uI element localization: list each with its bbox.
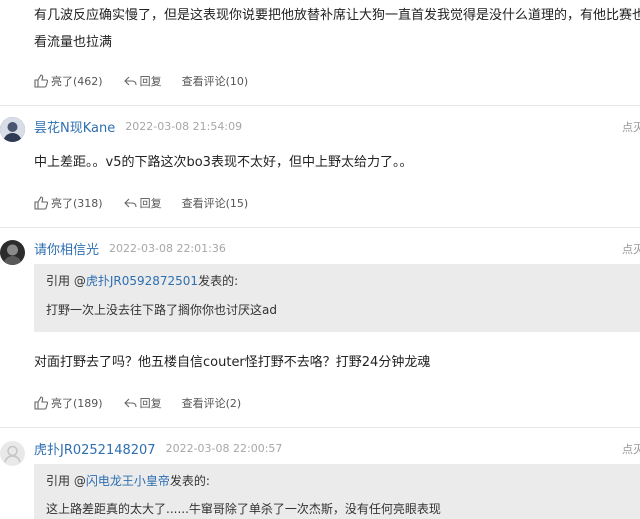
quote-block: 引用 @虎扑JR0592872501发表的: 打野一次上没去往下路了搁你你也讨厌… xyxy=(34,264,640,332)
default-avatar-icon xyxy=(0,441,25,466)
comment-actions: 亮了(189) 回复 查看评论(2) xyxy=(34,393,261,413)
quoted-user-link[interactable]: 虎扑JR0592872501 xyxy=(86,274,198,288)
comment-header: 虎扑JR0252148207 2022-03-08 22:00:57 xyxy=(34,438,282,458)
view-comments-link[interactable]: 查看评论(15) xyxy=(182,195,249,211)
quote-block: 引用 @闪电龙王小皇帝发表的: 这上路差距真的太大了......牛窜哥除了单杀了… xyxy=(34,464,640,519)
thumbs-up-icon xyxy=(34,196,48,210)
quote-header: 引用 @闪电龙王小皇帝发表的: xyxy=(46,472,210,489)
reply-label: 回复 xyxy=(139,397,162,410)
view-comments-link[interactable]: 查看评论(2) xyxy=(182,395,242,411)
reply-arrow-icon xyxy=(123,76,137,86)
like-count: 亮了(462) xyxy=(51,75,103,88)
reply-label: 回复 xyxy=(139,197,162,210)
timestamp: 2022-03-08 21:54:09 xyxy=(125,119,243,133)
thumbs-up-icon xyxy=(34,74,48,88)
comment-header: 请你相信光 2022-03-08 22:01:36 xyxy=(34,238,226,258)
comment-text: 中上差距。。v5的下路这次bo3表现不太好，但中上野太给力了。。 xyxy=(34,155,413,170)
username-link[interactable]: 昙花N现Kane xyxy=(34,117,115,136)
timestamp: 2022-03-08 22:01:36 xyxy=(109,241,226,255)
avatar[interactable] xyxy=(0,117,25,142)
view-comments-link[interactable]: 查看评论(10) xyxy=(182,73,249,89)
quote-prefix: 引用 @ xyxy=(46,274,86,288)
comment-text: 对面打野去了吗？他五楼自信couter怪打野不去咯？打野24分钟龙魂 xyxy=(34,355,431,370)
quoted-user-link[interactable]: 闪电龙王小皇帝 xyxy=(86,474,170,488)
avatar[interactable] xyxy=(0,240,25,265)
reply-button[interactable]: 回复 xyxy=(123,73,162,89)
reply-button[interactable]: 回复 xyxy=(123,195,162,211)
username-link[interactable]: 虎扑JR0252148207 xyxy=(34,439,156,458)
like-button[interactable]: 亮了(189) xyxy=(34,395,103,411)
comment-text: 有几波反应确实慢了，但是这表现你说要把他放替补席让大狗一直首发我觉得是没什么道理… xyxy=(34,8,640,23)
comment-text: 看流量也拉满 xyxy=(34,35,113,50)
reply-arrow-icon xyxy=(123,198,137,208)
comment-actions: 亮了(318) 回复 查看评论(15) xyxy=(34,193,268,213)
like-button[interactable]: 亮了(462) xyxy=(34,73,103,89)
username-link[interactable]: 请你相信光 xyxy=(34,239,99,258)
quote-suffix: 发表的: xyxy=(198,274,239,288)
avatar[interactable] xyxy=(0,441,25,466)
user-avatar-icon xyxy=(0,240,25,265)
reply-label: 回复 xyxy=(139,75,162,88)
quote-text: 这上路差距真的太大了......牛窜哥除了单杀了一次杰斯，没有任何亮眼表现 xyxy=(46,502,441,516)
comment-header: 昙花N现Kane 2022-03-08 21:54:09 xyxy=(34,116,242,136)
user-avatar-icon xyxy=(0,117,25,142)
like-button[interactable]: 亮了(318) xyxy=(34,195,103,211)
dislike-link[interactable]: 点灭 xyxy=(622,241,640,257)
view-comments-label: 查看评论(15) xyxy=(181,197,249,210)
comment-thread: 有几波反应确实慢了，但是这表现你说要把他放替补席让大狗一直首发我觉得是没什么道理… xyxy=(0,0,640,519)
thumbs-up-icon xyxy=(34,396,48,410)
reply-arrow-icon xyxy=(123,398,137,408)
divider xyxy=(0,427,640,428)
divider xyxy=(0,105,640,106)
view-comments-label: 查看评论(10) xyxy=(181,75,249,88)
dislike-link[interactable]: 点灭 xyxy=(622,441,640,457)
reply-button[interactable]: 回复 xyxy=(123,395,162,411)
quote-header: 引用 @虎扑JR0592872501发表的: xyxy=(46,272,238,289)
divider xyxy=(0,227,640,228)
quote-text: 打野一次上没去往下路了搁你你也讨厌这ad xyxy=(46,303,277,317)
like-count: 亮了(189) xyxy=(51,397,103,410)
view-comments-label: 查看评论(2) xyxy=(181,397,242,410)
timestamp: 2022-03-08 22:00:57 xyxy=(165,441,283,455)
quote-suffix: 发表的: xyxy=(169,474,210,488)
dislike-link[interactable]: 点灭 xyxy=(622,119,640,135)
quote-prefix: 引用 @ xyxy=(46,474,86,488)
like-count: 亮了(318) xyxy=(51,197,103,210)
comment-actions: 亮了(462) 回复 查看评论(10) xyxy=(34,71,268,91)
